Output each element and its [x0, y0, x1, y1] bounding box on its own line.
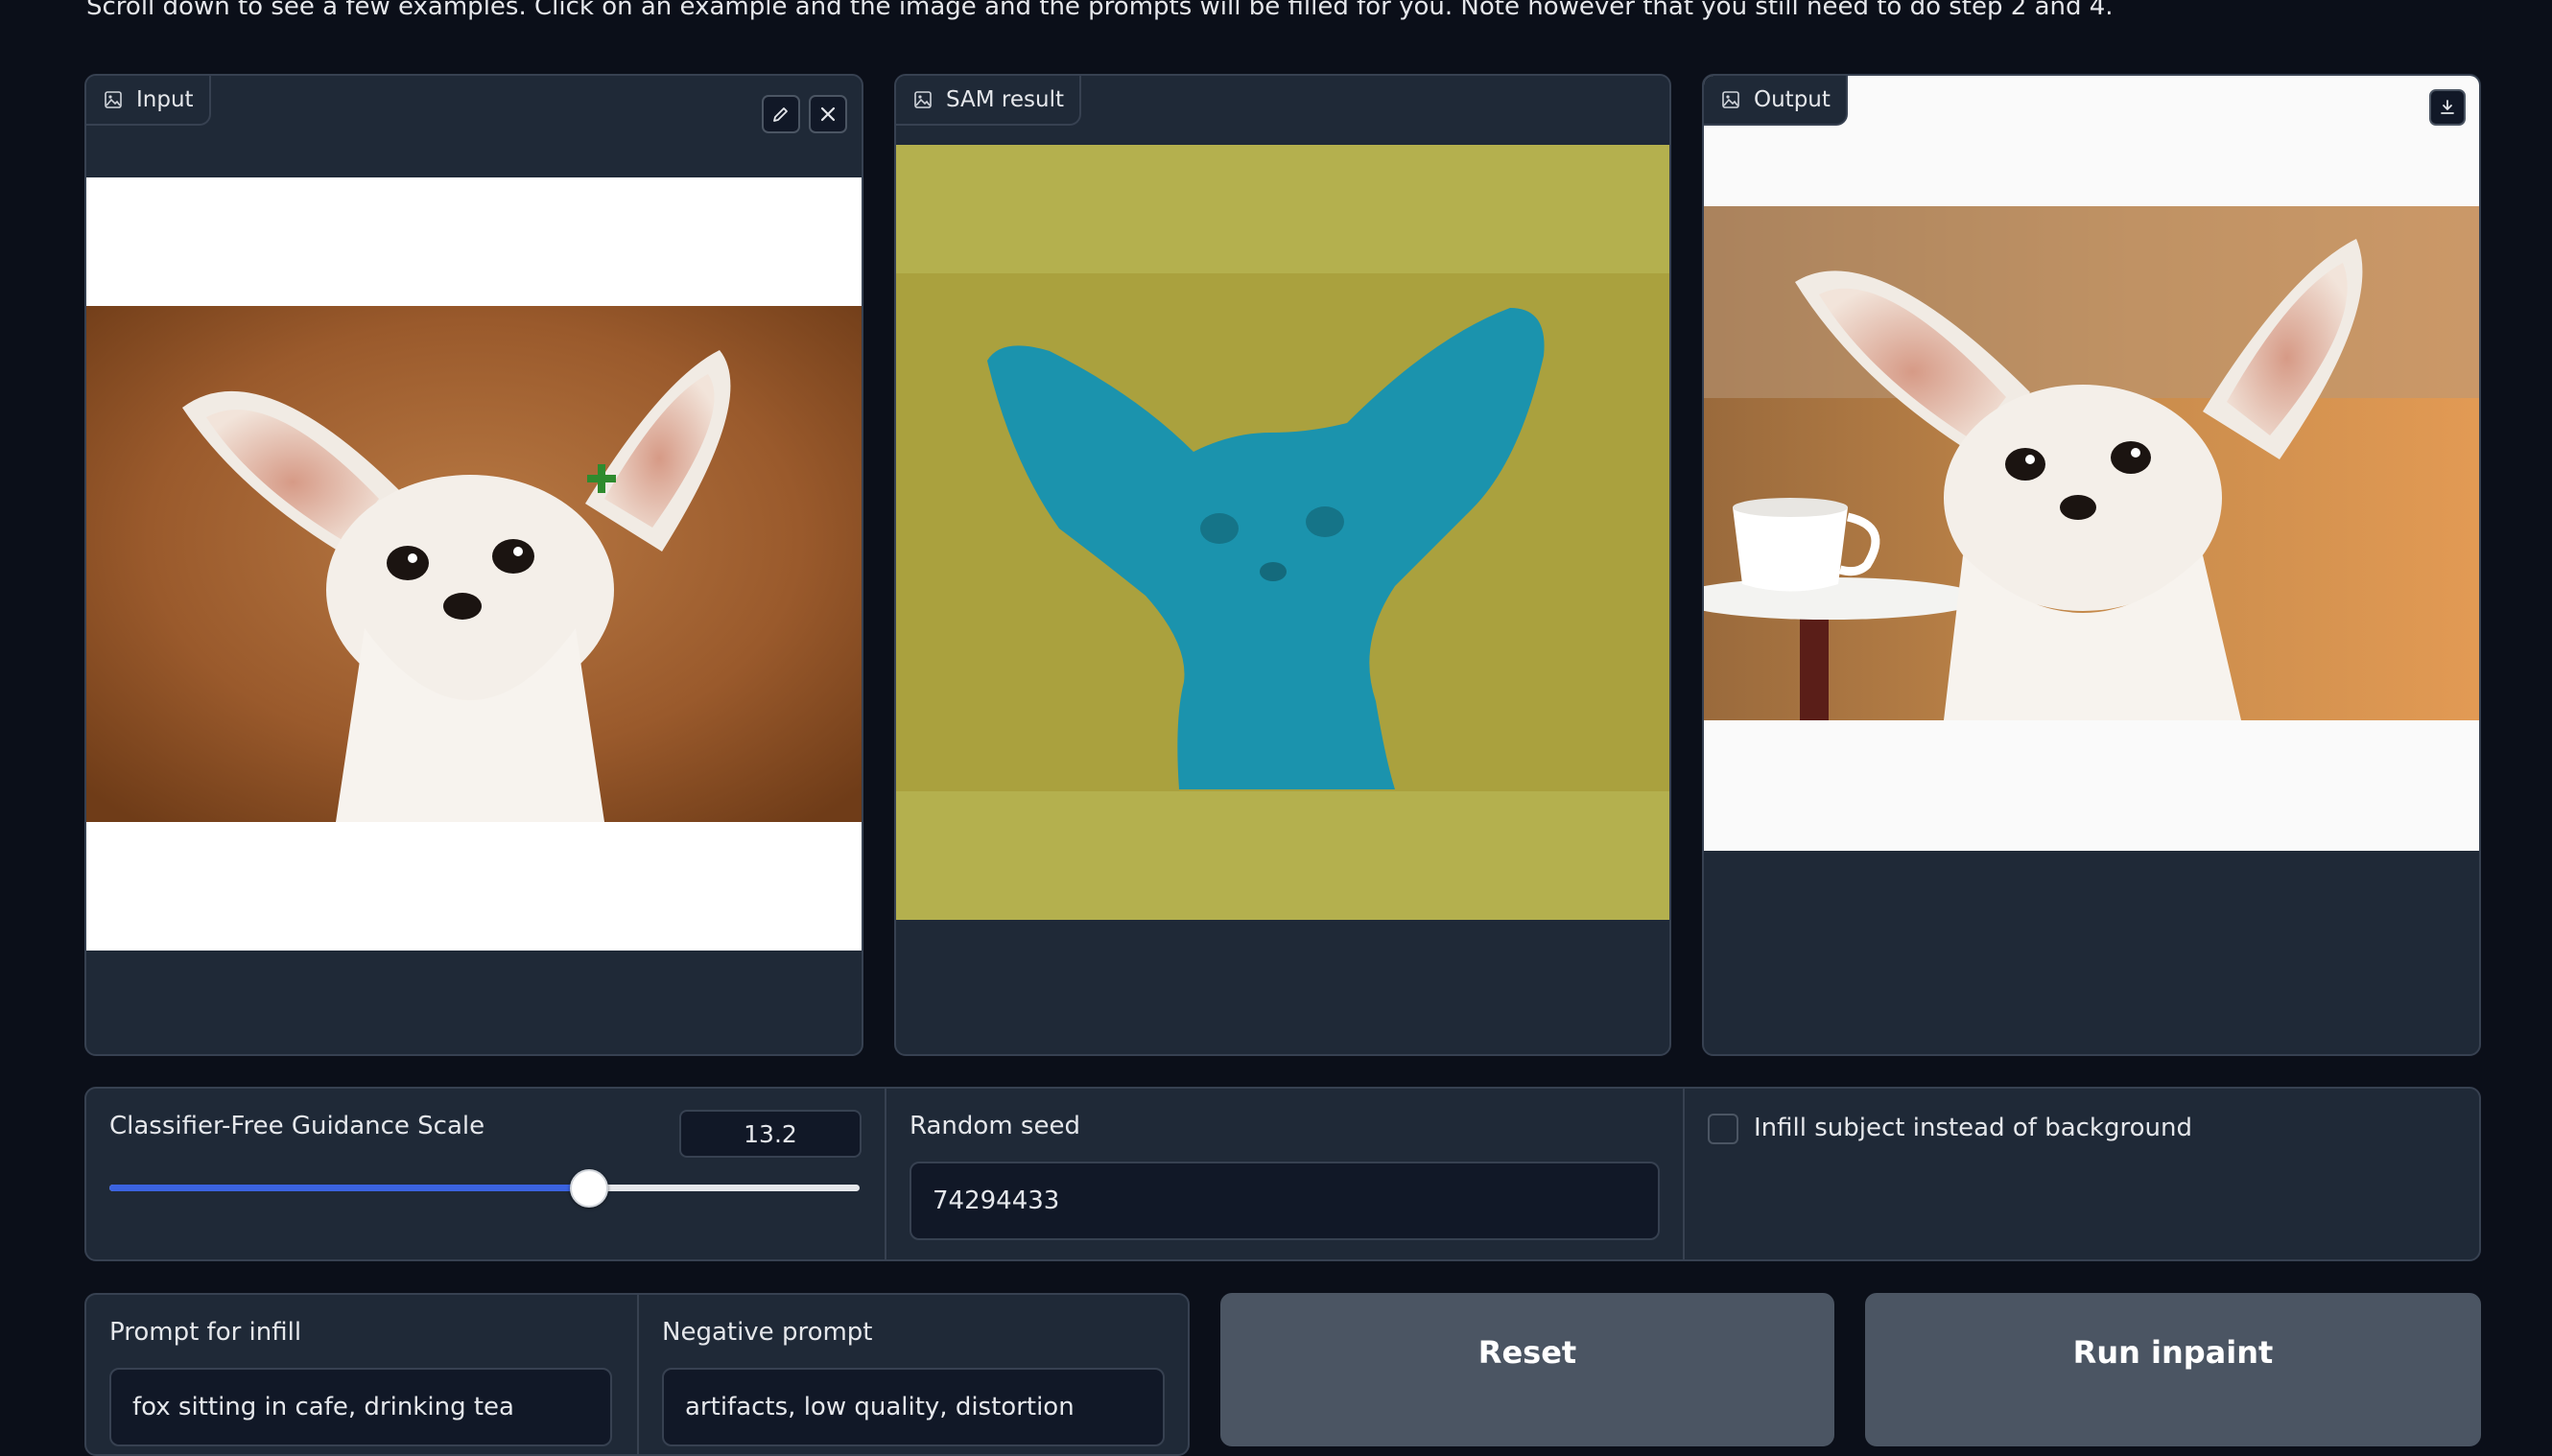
infill-prompt-input[interactable]: fox sitting in cafe, drinking tea [109, 1368, 612, 1446]
edit-button[interactable] [762, 95, 800, 133]
sam-result-label: SAM result [896, 76, 1081, 126]
image-icon [1722, 91, 1739, 108]
controls-row: Classifier-Free Guidance Scale 13.2 Rand… [84, 1087, 2481, 1261]
run-inpaint-button-label: Run inpaint [2072, 1334, 2274, 1371]
random-seed-control: Random seed 74294433 [885, 1089, 1683, 1259]
close-icon [820, 106, 836, 122]
guidance-scale-slider-track[interactable] [109, 1185, 860, 1191]
guidance-scale-slider-fill [109, 1185, 590, 1191]
output-panel: Output [1702, 74, 2481, 1056]
infill-subject-label[interactable]: Infill subject instead of background [1754, 1114, 2192, 1142]
random-seed-label: Random seed [910, 1112, 1080, 1140]
guidance-scale-number-input[interactable]: 13.2 [679, 1110, 862, 1158]
download-button[interactable] [2429, 89, 2466, 126]
input-image[interactable] [86, 177, 862, 951]
guidance-scale-control: Classifier-Free Guidance Scale 13.2 [86, 1089, 885, 1259]
input-image-panel[interactable]: Input [84, 74, 863, 1056]
input-label-text: Input [136, 87, 194, 112]
output-label: Output [1704, 76, 1848, 126]
output-label-text: Output [1754, 87, 1831, 112]
negative-prompt-label: Negative prompt [662, 1318, 873, 1347]
reset-button-label: Reset [1477, 1334, 1577, 1371]
random-seed-input[interactable]: 74294433 [910, 1162, 1660, 1240]
input-label: Input [86, 76, 211, 126]
prompts-panel: Prompt for infill fox sitting in cafe, d… [84, 1293, 1190, 1456]
sam-result-image [896, 145, 1669, 920]
output-image [1704, 76, 2479, 851]
image-icon [914, 91, 932, 108]
reset-button[interactable]: Reset [1220, 1293, 1834, 1446]
intro-text: Scroll down to see a few examples. Click… [86, 0, 2114, 21]
infill-subject-control: Infill subject instead of background [1683, 1089, 2479, 1259]
sam-result-panel: SAM result background subject [894, 74, 1671, 1056]
clear-button[interactable] [809, 95, 847, 133]
download-icon [2441, 100, 2454, 114]
negative-prompt-input[interactable]: artifacts, low quality, distortion [662, 1368, 1165, 1446]
guidance-scale-slider-thumb[interactable] [570, 1169, 609, 1208]
infill-subject-checkbox[interactable] [1708, 1114, 1738, 1144]
infill-prompt-control: Prompt for infill fox sitting in cafe, d… [86, 1295, 637, 1454]
infill-prompt-label: Prompt for infill [109, 1318, 302, 1347]
negative-prompt-control: Negative prompt artifacts, low quality, … [637, 1295, 1188, 1454]
run-inpaint-button[interactable]: Run inpaint [1865, 1293, 2481, 1446]
pencil-icon [773, 107, 788, 122]
image-icon [105, 91, 122, 108]
guidance-scale-label: Classifier-Free Guidance Scale [109, 1112, 485, 1140]
sam-result-label-text: SAM result [946, 87, 1064, 112]
